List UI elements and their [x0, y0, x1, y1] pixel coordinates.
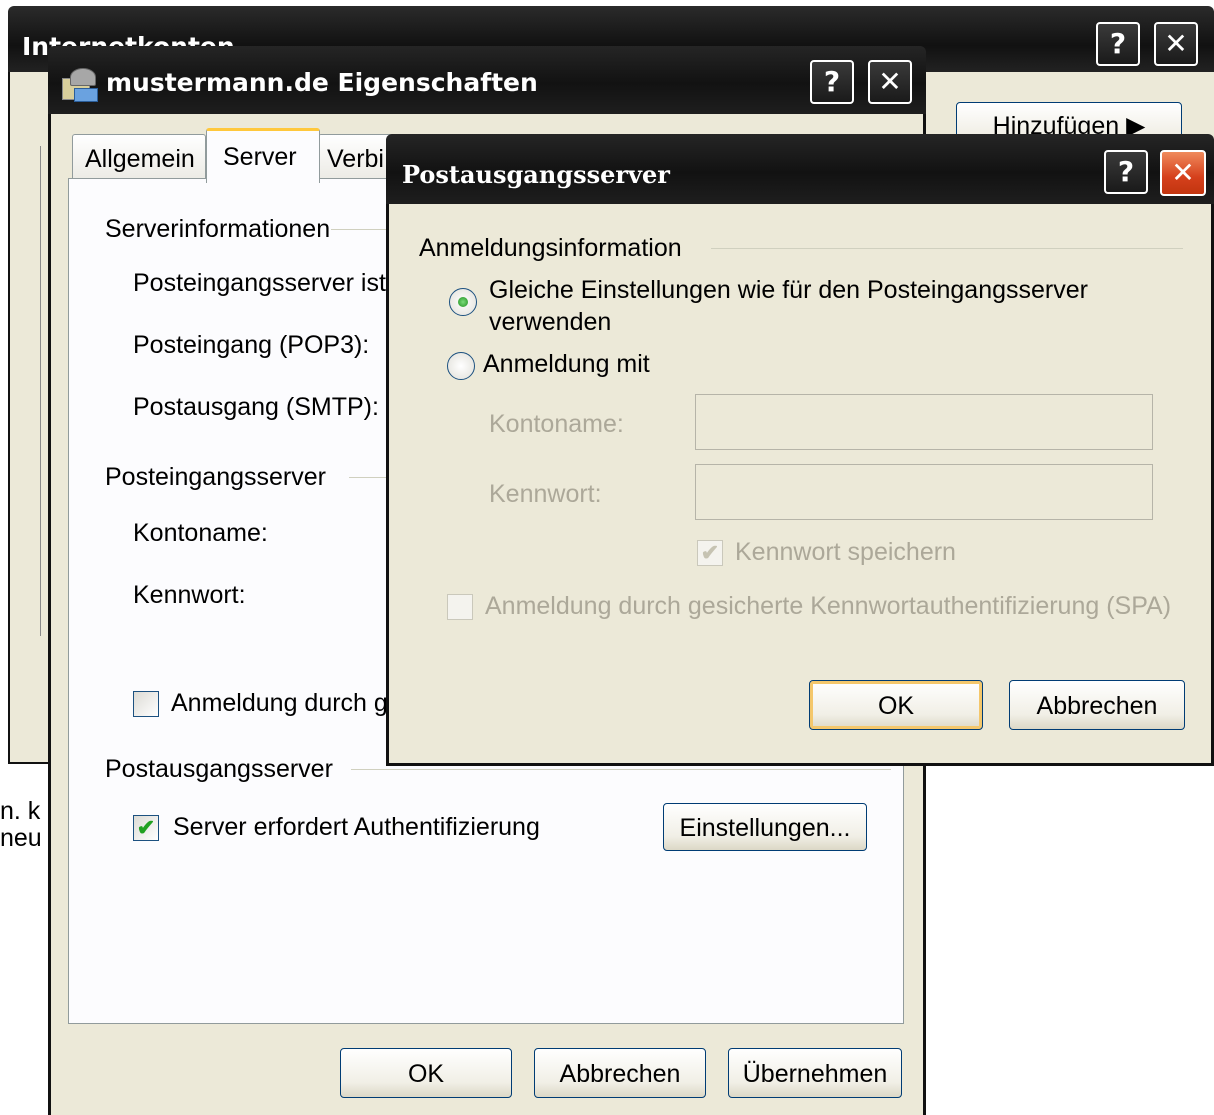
properties-help-button[interactable]: ?: [810, 60, 854, 104]
incoming-server-type-label: Posteingangsserver ist: [133, 269, 386, 297]
close-icon: ✕: [1171, 156, 1195, 189]
spa-checkbox-label: Anmeldung durch g: [171, 689, 388, 717]
help-icon: ?: [1109, 27, 1127, 60]
smtp-label: Postausgang (SMTP):: [133, 393, 379, 421]
smtp-dialog-title: Postausgangsserver: [402, 160, 670, 189]
apply-button[interactable]: Übernehmen: [728, 1048, 902, 1098]
smtp-spa-checkbox[interactable]: [447, 594, 473, 620]
smtp-password-input[interactable]: [695, 464, 1153, 520]
help-icon: ?: [823, 65, 841, 98]
spa-checkbox[interactable]: [133, 691, 159, 717]
properties-title: mustermann.de Eigenschaften: [106, 68, 538, 97]
section-postausgangsserver: Postausgangsserver: [105, 755, 333, 783]
tab-server[interactable]: Server: [206, 128, 320, 183]
internetkonten-help-button[interactable]: ?: [1096, 22, 1140, 66]
mail-account-icon: [62, 66, 98, 102]
side-text-2: neu: [0, 824, 42, 852]
auth-required-label: Server erfordert Authentifizierung: [173, 813, 540, 841]
close-icon: ✕: [878, 65, 902, 98]
section-anmeldungsinformation: Anmeldungsinformation: [419, 234, 682, 262]
side-text-1: n. k: [0, 797, 41, 825]
smtp-dialog-body: Anmeldungsinformation Gleiche Einstellun…: [386, 204, 1214, 766]
smtp-spa-label: Anmeldung durch gesicherte Kennwortauthe…: [485, 592, 1172, 620]
settings-button[interactable]: Einstellungen...: [663, 803, 867, 851]
smtp-password-label: Kennwort:: [489, 480, 602, 508]
save-password-label: Kennwort speichern: [735, 538, 956, 566]
tab-allgemein[interactable]: Allgemein: [72, 134, 206, 179]
internetkonten-close-button[interactable]: ✕: [1154, 22, 1198, 66]
smtp-ok-button[interactable]: OK: [809, 680, 983, 730]
checkmark-icon: ✔: [700, 540, 720, 565]
checkmark-icon: ✔: [136, 815, 156, 840]
smtp-settings-dialog: Postausgangsserver ? ✕ Anmeldungsinforma…: [386, 134, 1214, 766]
properties-close-button[interactable]: ✕: [868, 60, 912, 104]
cancel-button[interactable]: Abbrechen: [534, 1048, 706, 1098]
same-settings-label-line2: verwenden: [489, 308, 612, 336]
close-icon: ✕: [1164, 27, 1188, 60]
section-posteingangsserver: Posteingangsserver: [105, 463, 326, 491]
smtp-dialog-help-button[interactable]: ?: [1104, 150, 1148, 194]
save-password-checkbox[interactable]: ✔: [697, 540, 723, 566]
ok-button[interactable]: OK: [340, 1048, 512, 1098]
section-divider: [351, 769, 891, 770]
smtp-cancel-button[interactable]: Abbrechen: [1009, 680, 1185, 730]
smtp-dialog-close-button[interactable]: ✕: [1160, 150, 1206, 196]
login-with-radio[interactable]: [447, 352, 475, 380]
help-icon: ?: [1117, 155, 1135, 188]
smtp-account-label: Kontoname:: [489, 410, 624, 438]
login-with-label: Anmeldung mit: [483, 350, 650, 378]
account-name-label: Kontoname:: [133, 519, 268, 547]
auth-required-checkbox[interactable]: ✔: [133, 815, 159, 841]
same-settings-radio[interactable]: [449, 288, 477, 316]
section-divider: [711, 248, 1183, 249]
same-settings-label-line1: Gleiche Einstellungen wie für den Postei…: [489, 276, 1088, 304]
smtp-account-input[interactable]: [695, 394, 1153, 450]
pop3-label: Posteingang (POP3):: [133, 331, 370, 359]
section-serverinformationen: Serverinformationen: [105, 215, 331, 243]
password-label: Kennwort:: [133, 581, 246, 609]
